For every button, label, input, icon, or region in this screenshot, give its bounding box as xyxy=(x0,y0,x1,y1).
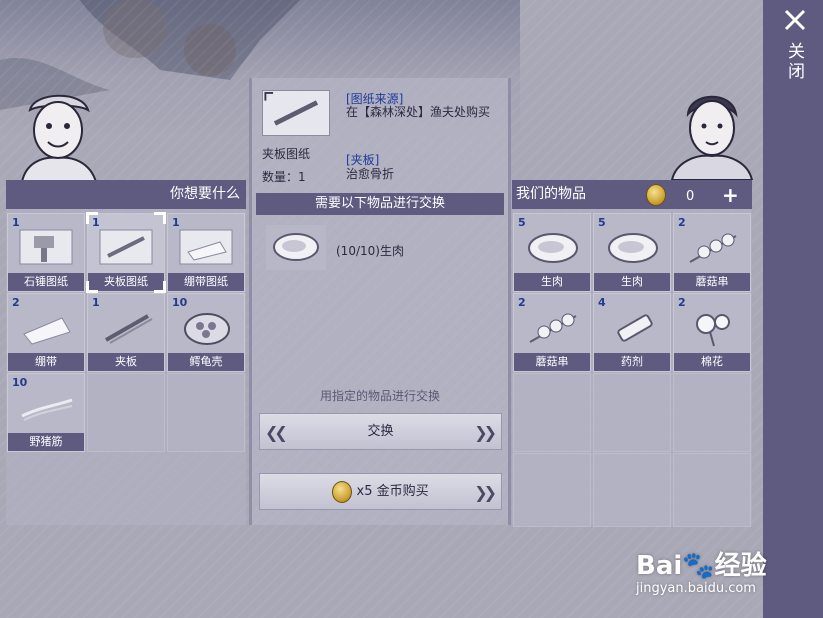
splint-blueprint-icon xyxy=(262,90,330,136)
medicine-icon xyxy=(617,314,653,342)
item-label: 药剂 xyxy=(594,353,670,371)
requirement-text: (10/10)生肉 xyxy=(336,244,404,258)
empty-slot xyxy=(513,453,591,527)
mushroom-skewer-icon xyxy=(689,233,737,263)
wanted-items-grid: 1 石锤图纸 1 夹板图纸 1 绷带图纸 2 绷带 1 夹板 10 鳄龟壳 10… xyxy=(7,212,245,532)
wanted-item-slot[interactable]: 1 绷带图纸 xyxy=(167,213,245,292)
exchange-button[interactable]: ❮❮ 交换 ❯❯ xyxy=(259,413,502,450)
our-items-grid: 5 生肉 5 生肉 2 蘑菇串 2 蘑菇串 4 药剂 2 棉花 xyxy=(513,213,751,527)
source-text: 在【森林深处】渔夫处购买 xyxy=(346,105,491,119)
empty-slot xyxy=(513,373,591,452)
stone-hammer-blueprint-icon xyxy=(19,229,73,265)
panel-divider xyxy=(508,78,511,525)
selection-corner xyxy=(154,281,166,293)
double-chevron-right-icon: ❯❯ xyxy=(474,423,497,442)
buy-button-content: x5 金币购买 xyxy=(260,474,501,509)
mushroom-skewer-icon xyxy=(529,313,577,343)
wanted-item-slot[interactable]: 1 夹板 xyxy=(87,293,165,372)
buy-button-label: x5 金币购买 xyxy=(356,484,429,499)
selection-corner xyxy=(86,212,98,224)
splint-blueprint-icon xyxy=(99,229,153,265)
item-label: 夹板 xyxy=(88,353,164,371)
our-item-slot[interactable]: 4 药剂 xyxy=(593,293,671,372)
empty-slot xyxy=(87,373,165,452)
turtle-shell-icon xyxy=(184,313,230,345)
our-items-title: 我们的物品 xyxy=(516,186,586,202)
cotton-icon xyxy=(696,314,730,347)
item-label: 鳄龟壳 xyxy=(168,353,244,371)
item-label: 野猪筋 xyxy=(8,433,84,451)
our-item-slot[interactable]: 5 生肉 xyxy=(593,213,671,292)
blueprint-name: 夹板图纸 xyxy=(262,147,311,161)
exchange-button-label: 交换 xyxy=(367,424,394,439)
bandage-blueprint-icon xyxy=(179,229,233,265)
panel-divider xyxy=(249,78,252,525)
coin-counter: 0 + xyxy=(646,184,746,208)
bandage-icon xyxy=(23,317,71,345)
item-label: 棉花 xyxy=(674,353,750,371)
gold-coin-icon xyxy=(646,184,666,206)
wanted-item-slot[interactable]: 10 鳄龟壳 xyxy=(167,293,245,372)
gold-coin-icon xyxy=(332,480,353,503)
effect-text: 治愈骨折 xyxy=(346,167,395,181)
close-label[interactable]: 关闭 xyxy=(782,42,807,82)
item-label: 生肉 xyxy=(514,273,590,291)
wanted-item-slot[interactable]: 10 野猪筋 xyxy=(7,373,85,452)
wanted-item-slot[interactable]: 1 石锤图纸 xyxy=(7,213,85,292)
wanted-items-title: 你想要什么 xyxy=(170,186,240,202)
watermark-suffix: 经验 xyxy=(714,551,767,581)
empty-slot xyxy=(593,373,671,452)
close-icon[interactable] xyxy=(783,8,807,32)
item-label: 夹板图纸 xyxy=(88,273,164,291)
empty-slot xyxy=(673,453,751,527)
boar-tendon-icon xyxy=(21,398,73,421)
raw-meat-icon xyxy=(608,233,658,263)
blueprint-quantity: 数量：1 xyxy=(262,170,306,184)
item-label: 蘑菇串 xyxy=(514,353,590,371)
selection-corner xyxy=(154,212,166,224)
item-label: 绷带图纸 xyxy=(168,273,244,291)
wanted-item-slot[interactable]: 2 绷带 xyxy=(7,293,85,372)
paw-icon: 🐾 xyxy=(682,551,715,581)
coin-amount: 0 xyxy=(686,189,695,204)
selection-corner xyxy=(86,281,98,293)
buy-with-coins-button[interactable]: x5 金币购买 ❯❯ xyxy=(259,473,502,510)
our-item-slot[interactable]: 2 棉花 xyxy=(673,293,751,372)
double-chevron-right-icon: ❯❯ xyxy=(474,483,497,502)
item-label: 绷带 xyxy=(8,353,84,371)
item-label: 石锤图纸 xyxy=(8,273,84,291)
exchange-hint: 用指定的物品进行交换 xyxy=(319,389,440,403)
empty-slot xyxy=(593,453,671,527)
raw-meat-icon xyxy=(528,233,578,263)
player-portrait xyxy=(670,95,754,180)
wanted-item-slot-selected[interactable]: 1 夹板图纸 xyxy=(86,212,166,293)
watermark-brand: Bai xyxy=(636,551,683,581)
splint-icon xyxy=(105,314,153,344)
watermark-url: jingyan.baidu.com xyxy=(636,581,756,596)
our-item-slot[interactable]: 5 生肉 xyxy=(513,213,591,292)
add-coins-button[interactable]: + xyxy=(722,185,739,205)
item-label: 生肉 xyxy=(594,273,670,291)
requirement-header: 需要以下物品进行交换 xyxy=(256,193,504,215)
wanted-items-header: 你想要什么 xyxy=(6,180,246,209)
raw-meat-icon xyxy=(266,225,326,270)
watermark-logo: Bai🐾经验 xyxy=(636,545,767,582)
item-label: 蘑菇串 xyxy=(674,273,750,291)
empty-slot xyxy=(167,373,245,452)
close-sidebar: 关闭 xyxy=(763,0,823,618)
empty-slot xyxy=(673,373,751,452)
our-item-slot[interactable]: 2 蘑菇串 xyxy=(673,213,751,292)
our-item-slot[interactable]: 2 蘑菇串 xyxy=(513,293,591,372)
merchant-portrait xyxy=(20,94,98,182)
